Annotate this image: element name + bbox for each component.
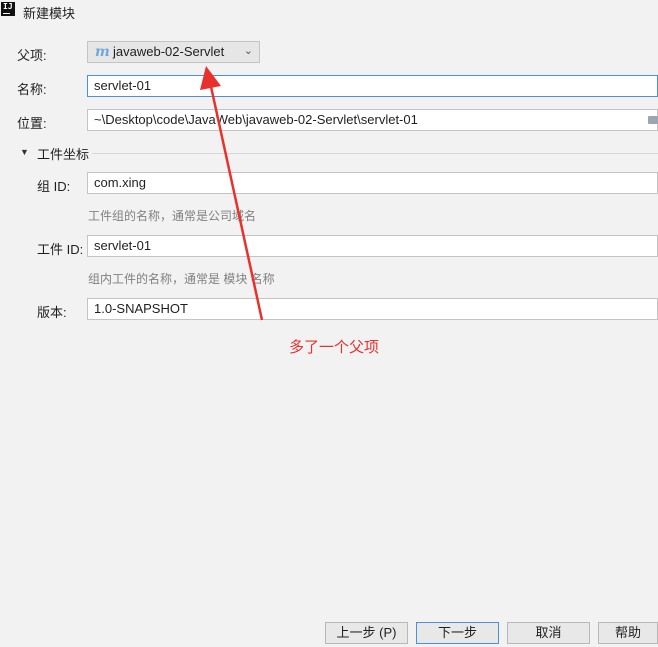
next-button[interactable]: 下一步 — [416, 622, 499, 644]
annotation-text: 多了一个父项 — [289, 339, 380, 356]
annotation-arrow-head — [200, 66, 221, 90]
previous-button[interactable]: 上一步 (P) — [325, 622, 408, 644]
annotation-arrow-shaft — [208, 81, 264, 321]
annotation-arrow — [200, 66, 264, 321]
cancel-button[interactable]: 取消 — [507, 622, 590, 644]
help-button[interactable]: 帮助 — [598, 622, 658, 644]
